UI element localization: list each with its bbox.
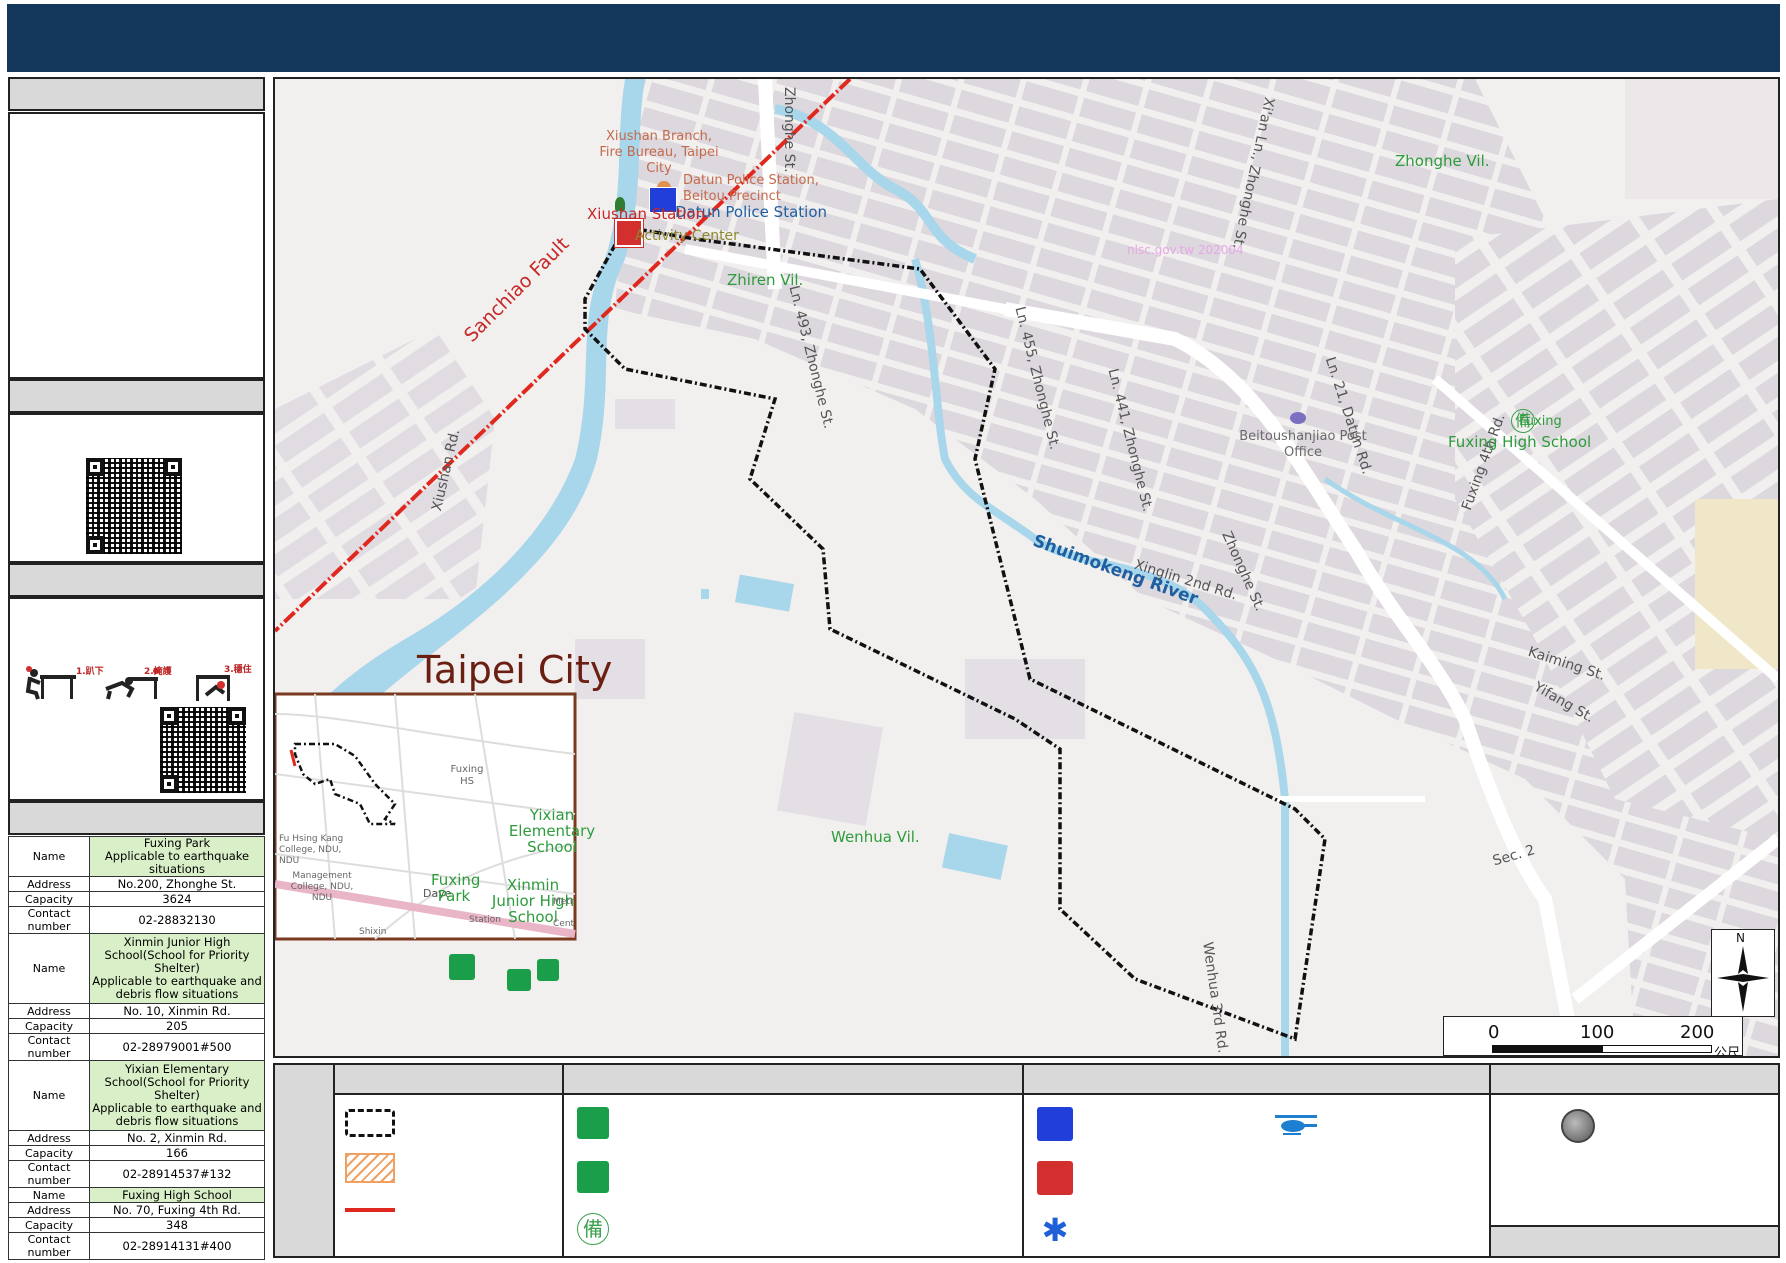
key-capacity: Capacity	[8, 1145, 90, 1161]
legend-hazard-swatch	[345, 1153, 395, 1183]
key-capacity: Capacity	[8, 891, 90, 907]
shelter-1-name: Fuxing Park Applicable to earthquake sit…	[89, 836, 265, 877]
poi-xiushan-station: Xiushan Station	[587, 205, 706, 223]
legend-fire-icon	[1037, 1161, 1073, 1195]
poi-fire-bureau: Xiushan Branch, Fire Bureau, Taipei City	[599, 129, 719, 176]
inset-shelter-icon-2[interactable]	[507, 969, 531, 991]
shelter-3-address: No. 2, Xinmin Rd.	[89, 1130, 265, 1146]
qr-code[interactable]	[86, 458, 182, 554]
legend-header-row	[335, 1065, 1778, 1095]
legend-gray-marker-icon	[1561, 1109, 1595, 1143]
inset-management: Management College, NDU, NDU	[290, 871, 354, 903]
shelter-3-name: Yixian Elementary School(School for Prio…	[89, 1060, 265, 1131]
city-label: Taipei City	[417, 648, 613, 692]
key-capacity: Capacity	[8, 1217, 90, 1233]
key-capacity: Capacity	[8, 1018, 90, 1034]
watermark: nlsc.gov.tw 202004	[1127, 243, 1244, 257]
key-contact: Contact number	[8, 1160, 90, 1188]
poi-post-office: Beitoushanjiao Post Office	[1239, 429, 1367, 460]
drop-figure-icon	[25, 666, 76, 700]
legend-medical-icon: ✱	[1041, 1211, 1069, 1249]
north-label: N	[1736, 931, 1745, 945]
legend-bottom-cell	[1491, 1225, 1778, 1256]
legend-fault-swatch	[345, 1208, 395, 1212]
shelter-4-name: Fuxing High School	[89, 1187, 265, 1203]
inset-fuxing-hs: Fuxing HS	[450, 764, 484, 787]
key-name: Name	[8, 933, 90, 1004]
key-name: Name	[8, 1060, 90, 1131]
shelter-2-address: No. 10, Xinmin Rd.	[89, 1003, 265, 1019]
key-name: Name	[8, 1187, 90, 1203]
shelter-1-capacity: 3624	[89, 891, 265, 907]
drill-label-hold: 3.穩住	[224, 665, 252, 675]
shelter-1-address: No.200, Zhonghe St.	[89, 876, 265, 892]
shelter-3-contact: 02-28914537#132	[89, 1160, 265, 1188]
poi-police-precinct: Datun Police Station, Beitou Precinct	[683, 173, 819, 204]
legend: 備 ✱	[273, 1063, 1780, 1258]
inset-fuxing-park: Fuxing Park	[431, 871, 481, 905]
inset-yixian: Yixian Elementary School	[508, 806, 596, 856]
legend-evacuation-icon	[577, 1161, 609, 1193]
shelter-3-capacity: 166	[89, 1145, 265, 1161]
inset-cent: Cent	[553, 919, 575, 929]
north-arrow: N	[1711, 929, 1775, 1017]
description-box	[8, 112, 265, 379]
shelter-table: Name Fuxing Park Applicable to earthquake…	[8, 836, 265, 1260]
shelter-2-contact: 02-28979001#500	[89, 1033, 265, 1061]
panel-header-2	[8, 379, 265, 413]
map-view[interactable]: 備 Taipei City Sanchiao Fault Shuimokeng …	[273, 77, 1780, 1058]
legend-helicopter-icon	[1273, 1113, 1319, 1137]
panel-header-4	[8, 801, 265, 835]
drill-box: 1.趴下 2.掩護 3.穩住	[8, 597, 265, 801]
inset-shixin: Shixin	[359, 927, 387, 937]
street-zhonghe-top: Zhonghe St.	[781, 87, 797, 173]
inset-shelter-icon-3[interactable]	[537, 959, 559, 981]
hold-figure-icon	[196, 675, 230, 701]
drill-label-cover: 2.掩護	[144, 667, 172, 677]
inset-station: Station	[469, 915, 501, 925]
key-contact: Contact number	[8, 1033, 90, 1061]
shelter-4-capacity: 348	[89, 1217, 265, 1233]
scale-tick-100: 100	[1580, 1022, 1615, 1043]
key-contact: Contact number	[8, 1232, 90, 1260]
inset-metro: Metr	[553, 897, 574, 907]
shelter-2-capacity: 205	[89, 1018, 265, 1034]
inset-fu-hsing-kang: Fu Hsing Kang College, NDU, NDU	[279, 834, 344, 866]
drill-qr-code[interactable]	[160, 707, 246, 793]
key-address: Address	[8, 1202, 90, 1218]
poi-fuxing-hs: Fuxing High School	[1448, 433, 1592, 451]
scale-tick-0: 0	[1488, 1022, 1500, 1043]
header-bar	[7, 4, 1780, 72]
legend-police-icon	[1037, 1107, 1073, 1141]
key-address: Address	[8, 1003, 90, 1019]
legend-backup-shelter-icon: 備	[577, 1213, 609, 1245]
scale-tick-200: 200	[1680, 1022, 1715, 1043]
key-contact: Contact number	[8, 906, 90, 934]
shelter-2-name: Xinmin Junior High School(School for Pri…	[89, 933, 265, 1004]
panel-header-3	[8, 563, 265, 597]
village-wenhua: Wenhua Vil.	[831, 828, 920, 846]
key-name: Name	[8, 836, 90, 877]
shelter-1-contact: 02-28832130	[89, 906, 265, 934]
post-office-icon	[1290, 412, 1306, 424]
legend-shelter-icon	[577, 1107, 609, 1139]
village-zhonghe: Zhonghe Vil.	[1395, 152, 1490, 170]
key-address: Address	[8, 876, 90, 892]
shelter-4-contact: 02-28914131#400	[89, 1232, 265, 1260]
scale-unit: 公尺	[1714, 1046, 1741, 1058]
poi-fuxing-small: Fuxing	[1519, 414, 1562, 429]
poi-activity-center: Activity Center	[635, 228, 739, 244]
inset-shelter-icon-1[interactable]	[449, 954, 475, 980]
legend-boundary-swatch	[345, 1109, 395, 1137]
shelter-4-address: No. 70, Fuxing 4th Rd.	[89, 1202, 265, 1218]
qr-box	[8, 413, 265, 563]
drill-label-drop: 1.趴下	[76, 667, 104, 677]
key-address: Address	[8, 1130, 90, 1146]
scale-bar: 0 100 200 公尺	[1443, 1016, 1743, 1056]
legend-side-label	[275, 1065, 335, 1256]
panel-header-1	[8, 77, 265, 111]
